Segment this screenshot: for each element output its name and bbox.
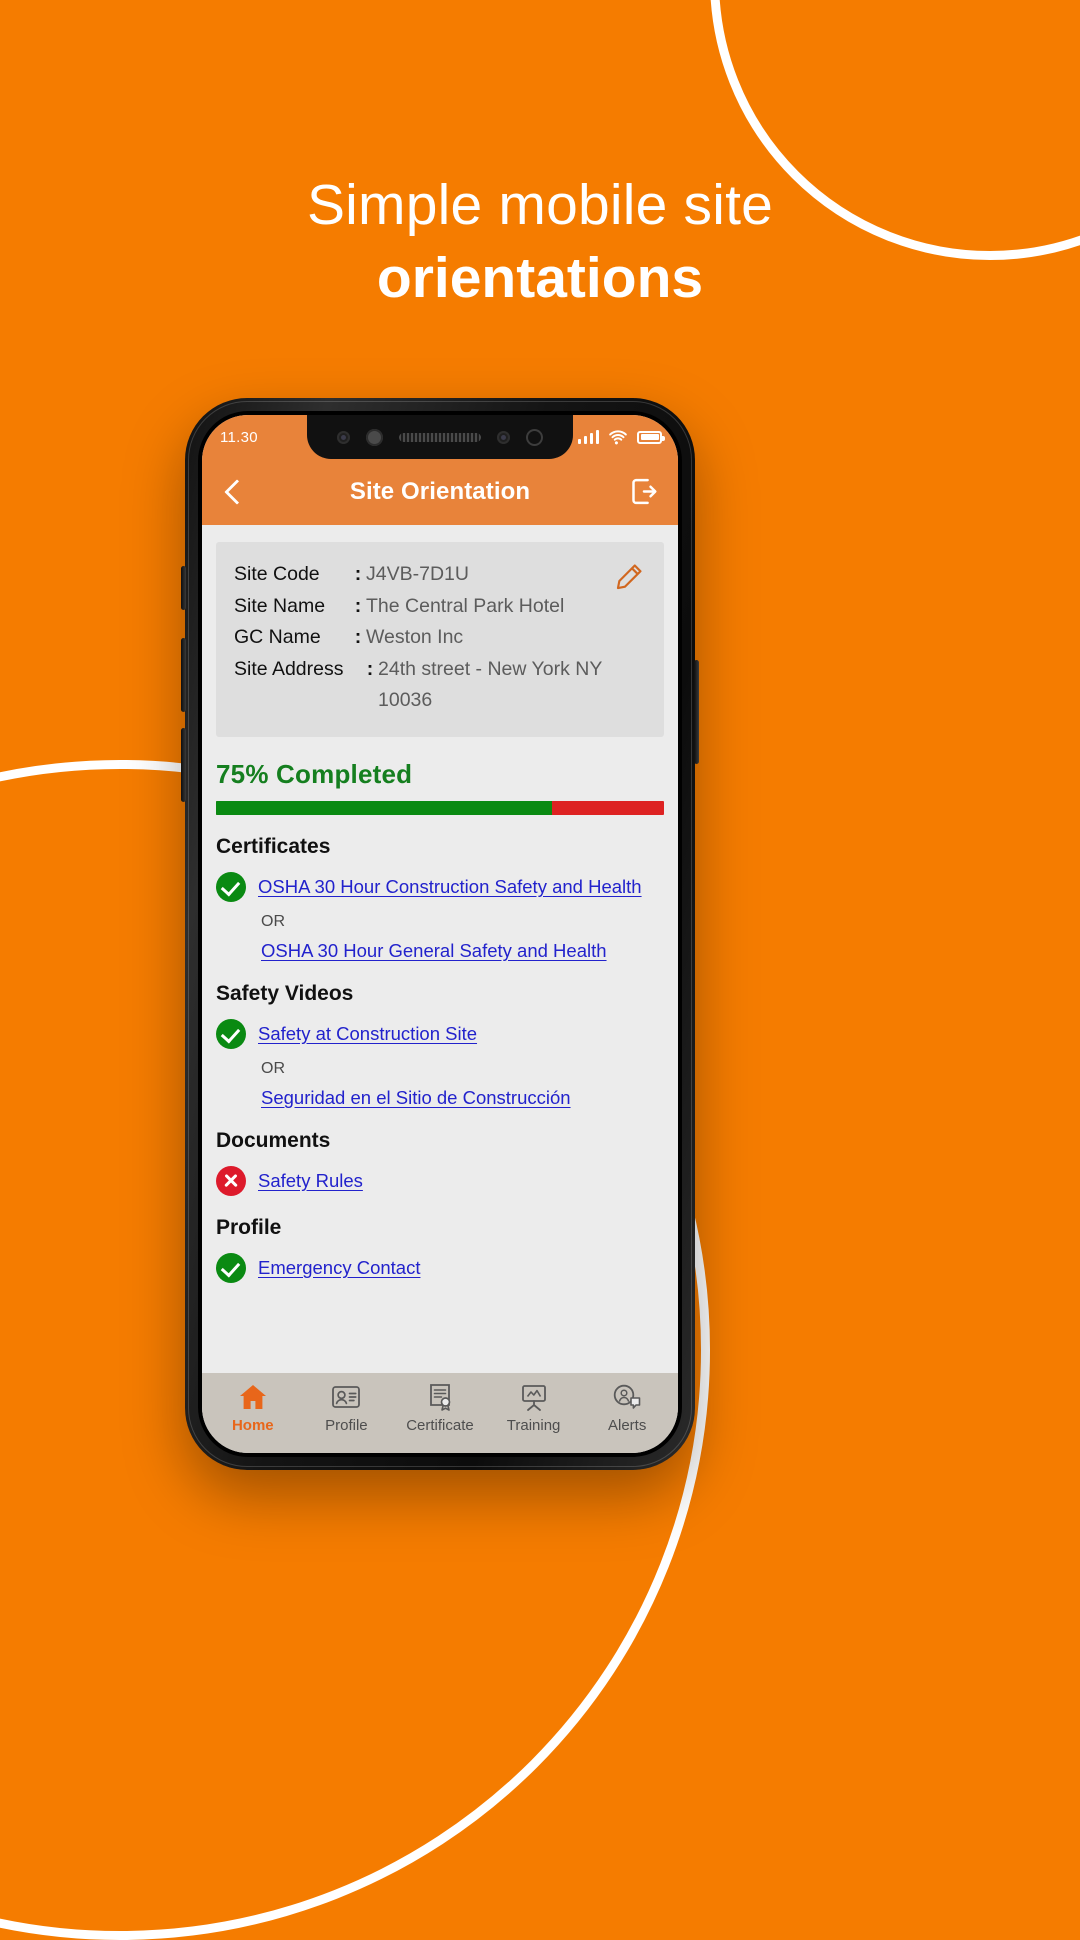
proximity-sensor-icon	[337, 430, 350, 444]
list-item-link[interactable]: OSHA 30 Hour Construction Safety and Hea…	[258, 876, 642, 898]
id-card-icon	[332, 1386, 361, 1408]
training-icon	[521, 1385, 546, 1411]
tab-training[interactable]: Training	[489, 1382, 579, 1434]
section-safety-videos: Safety Videos Safety at Construction Sit…	[216, 982, 664, 1109]
info-value: 24th street - New York NY 10036	[378, 657, 603, 712]
list-item[interactable]: Safety at Construction Site	[216, 1018, 664, 1049]
wifi-icon	[609, 429, 627, 444]
bottom-tab-bar: Home Profile Certificate Training Alerts	[202, 1373, 678, 1453]
tab-label: Certificate	[406, 1417, 474, 1434]
status-bar-indicators	[577, 415, 665, 459]
list-item-link[interactable]: Emergency Contact	[258, 1257, 420, 1279]
list-item[interactable]: OSHA 30 Hour General Safety and Health	[216, 940, 664, 962]
alerts-icon	[613, 1384, 641, 1409]
info-value: The Central Park Hotel	[366, 594, 565, 617]
certificate-icon	[430, 1384, 451, 1411]
tab-alerts[interactable]: Alerts	[582, 1382, 672, 1434]
tab-label: Profile	[325, 1417, 368, 1434]
ambient-light-sensor-icon	[497, 430, 510, 444]
info-row-site-code: Site Code : J4VB-7D1U	[234, 559, 646, 591]
tab-home[interactable]: Home	[208, 1382, 298, 1434]
check-circle-icon	[216, 871, 246, 902]
headline-line-2: orientations	[376, 246, 704, 311]
info-row-gc-name: GC Name : Weston Inc	[234, 622, 646, 654]
list-item[interactable]: Seguridad en el Sitio de Construcción	[216, 1087, 664, 1109]
section-certificates: Certificates OSHA 30 Hour Construction S…	[216, 835, 664, 962]
list-item-link[interactable]: Safety Rules	[258, 1170, 363, 1192]
signal-bars-icon	[577, 430, 599, 444]
phone-power-button	[694, 660, 699, 764]
progress-section: 75% Completed	[216, 759, 664, 815]
section-title: Safety Videos	[216, 981, 354, 1005]
phone-silent-switch	[181, 566, 186, 610]
phone-volume-down-button	[181, 728, 186, 802]
info-row-site-name: Site Name : The Central Park Hotel	[234, 591, 646, 623]
tab-profile[interactable]: Profile	[301, 1382, 391, 1434]
app-header: Site Orientation	[202, 459, 678, 525]
info-value: Weston Inc	[366, 626, 464, 649]
section-title: Certificates	[216, 834, 331, 858]
logout-icon[interactable]	[631, 478, 658, 506]
front-camera-icon	[526, 428, 543, 446]
headline-line-1: Simple mobile site	[306, 173, 774, 237]
phone-notch	[307, 415, 573, 459]
info-colon: :	[366, 657, 374, 680]
info-label: Site Address	[234, 657, 344, 680]
info-label: Site Name	[234, 594, 326, 617]
phone-mockup: 11.30 Site Orientation Site Code: J4VB-…	[181, 398, 699, 1470]
info-label: GC Name	[234, 626, 321, 649]
tab-label: Training	[506, 1417, 561, 1434]
info-colon: :	[354, 594, 362, 617]
tab-label: Home	[231, 1417, 274, 1434]
site-info-card: Site Code : J4VB-7D1U Site Name : The Ce…	[216, 542, 664, 737]
phone-volume-up-button	[181, 638, 186, 712]
or-label: OR	[261, 912, 285, 930]
info-row-site-address: Site Address : 24th street - New York NY…	[234, 654, 646, 717]
info-colon: :	[354, 626, 362, 649]
list-item-link[interactable]: OSHA 30 Hour General Safety and Health	[261, 940, 607, 962]
phone-screen: 11.30 Site Orientation Site Code: J4VB-…	[202, 415, 678, 1453]
cross-circle-icon	[216, 1165, 246, 1196]
list-item[interactable]: OSHA 30 Hour Construction Safety and Hea…	[216, 871, 664, 902]
tab-label: Alerts	[608, 1417, 647, 1434]
phone-bezel: 11.30 Site Orientation Site Code: J4VB-…	[198, 411, 682, 1457]
promo-headline: Simple mobile site orientations	[0, 172, 1080, 313]
page-title: Site Orientation	[349, 478, 531, 505]
home-icon	[239, 1385, 266, 1409]
info-label: Site Code	[234, 563, 320, 585]
progress-bar-fill	[216, 800, 552, 815]
list-item[interactable]: Emergency Contact	[216, 1252, 664, 1283]
battery-icon	[637, 430, 665, 444]
progress-label: 75% Completed	[216, 758, 413, 789]
ir-camera-icon	[366, 428, 383, 446]
section-profile: Profile Emergency Contact	[216, 1216, 664, 1283]
check-circle-icon	[216, 1018, 246, 1049]
check-circle-icon	[216, 1252, 246, 1283]
or-label: OR	[261, 1059, 285, 1077]
pencil-icon[interactable]	[614, 562, 644, 592]
list-item-link[interactable]: Seguridad en el Sitio de Construcción	[261, 1087, 571, 1109]
section-title: Profile	[216, 1215, 282, 1239]
earpiece-speaker-icon	[399, 432, 481, 442]
status-bar-time: 11.30	[220, 428, 258, 446]
chevron-left-icon[interactable]	[222, 481, 244, 503]
tab-certificate[interactable]: Certificate	[395, 1382, 485, 1434]
list-item[interactable]: Safety Rules	[216, 1165, 664, 1196]
info-value: J4VB-7D1U	[366, 563, 469, 585]
screen-content: Site Code : J4VB-7D1U Site Name : The Ce…	[202, 525, 678, 1373]
list-item-link[interactable]: Safety at Construction Site	[258, 1023, 477, 1045]
section-title: Documents	[216, 1128, 331, 1152]
progress-bar	[216, 800, 664, 815]
section-documents: Documents Safety Rules	[216, 1129, 664, 1196]
info-colon: :	[354, 563, 362, 585]
